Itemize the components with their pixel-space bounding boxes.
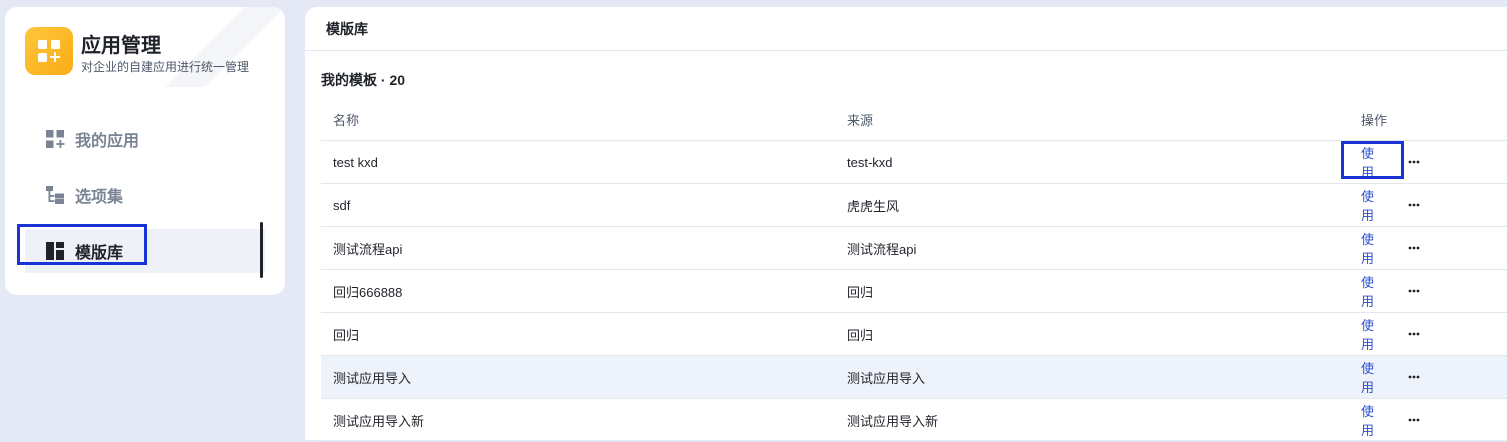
page-title: 模版库	[305, 7, 1507, 51]
cell-source: 测试应用导入	[847, 370, 926, 386]
cell-actions: 使用	[1350, 315, 1507, 353]
cell-actions: 使用	[1350, 186, 1507, 224]
cell-actions: 使用	[1350, 272, 1507, 310]
cell-source: test-kxd	[847, 154, 893, 170]
table-row[interactable]: 回归 回归 使用	[321, 313, 1507, 356]
more-icon[interactable]	[1408, 375, 1424, 379]
cell-source: 测试应用导入新	[847, 413, 939, 429]
column-header-name: 名称	[333, 113, 360, 128]
section-title: 我的模板 · 20	[321, 72, 406, 88]
cell-name: test kxd	[333, 154, 378, 170]
table-row[interactable]: test kxd test-kxd 使用	[321, 141, 1507, 184]
more-icon[interactable]	[1408, 203, 1424, 207]
sidebar-item-my-apps[interactable]: 我的应用	[25, 117, 265, 161]
app-title: 应用管理	[81, 35, 161, 57]
sidebar-item-label: 选项集	[75, 189, 124, 206]
tree-icon	[45, 185, 65, 205]
cell-actions: 使用	[1350, 401, 1507, 439]
header-decoration	[165, 7, 285, 87]
app-logo-icon	[25, 27, 73, 75]
cell-name: sdf	[333, 197, 351, 213]
table-row[interactable]: 测试应用导入新 测试应用导入新 使用	[321, 399, 1507, 442]
table-row[interactable]: 测试应用导入 测试应用导入 使用	[321, 356, 1507, 399]
table-row[interactable]: sdf 虎虎生风 使用	[321, 184, 1507, 227]
use-button[interactable]: 使用	[1361, 186, 1386, 224]
cell-name: 测试应用导入	[333, 370, 412, 386]
column-header-source: 来源	[847, 113, 874, 128]
cell-source: 虎虎生风	[847, 198, 900, 214]
app-subtitle: 对企业的自建应用进行统一管理	[81, 60, 250, 74]
cell-source: 测试流程api	[847, 241, 917, 257]
table-row[interactable]: 测试流程api 测试流程api 使用	[321, 227, 1507, 270]
sidebar-item-label: 我的应用	[75, 133, 140, 150]
cell-source: 回归	[847, 284, 874, 300]
column-header-actions: 操作	[1361, 113, 1388, 128]
use-button[interactable]: 使用	[1361, 229, 1386, 267]
use-button[interactable]: 使用	[1361, 272, 1386, 310]
more-icon[interactable]	[1408, 246, 1424, 250]
template-table: 名称 来源 操作 test kxd test-kxd 使用 sdf 虎虎生风 使…	[321, 99, 1507, 442]
use-button[interactable]: 使用	[1361, 358, 1386, 396]
highlight-box	[17, 224, 147, 265]
main-panel: 模版库 我的模板 · 20 名称 来源 操作 test kxd test-kxd…	[305, 7, 1507, 442]
cell-name: 测试流程api	[333, 241, 403, 257]
cell-name: 测试应用导入新	[333, 413, 425, 429]
cell-source: 回归	[847, 327, 874, 343]
cell-name: 回归	[333, 327, 360, 343]
active-indicator	[260, 222, 263, 278]
cell-name: 回归666888	[333, 284, 403, 300]
more-icon[interactable]	[1408, 289, 1424, 293]
more-icon[interactable]	[1408, 332, 1424, 336]
use-button[interactable]: 使用	[1361, 401, 1386, 439]
table-row[interactable]: 回归666888 回归 使用	[321, 270, 1507, 313]
cell-actions: 使用	[1350, 229, 1507, 267]
highlight-box	[1341, 141, 1404, 179]
cell-actions: 使用	[1350, 358, 1507, 396]
table-header: 名称 来源 操作	[321, 99, 1507, 141]
more-icon[interactable]	[1408, 418, 1424, 422]
sidebar-item-option-sets[interactable]: 选项集	[25, 173, 265, 217]
use-button[interactable]: 使用	[1361, 315, 1386, 353]
apps-add-icon	[45, 129, 65, 149]
more-icon[interactable]	[1408, 160, 1424, 164]
